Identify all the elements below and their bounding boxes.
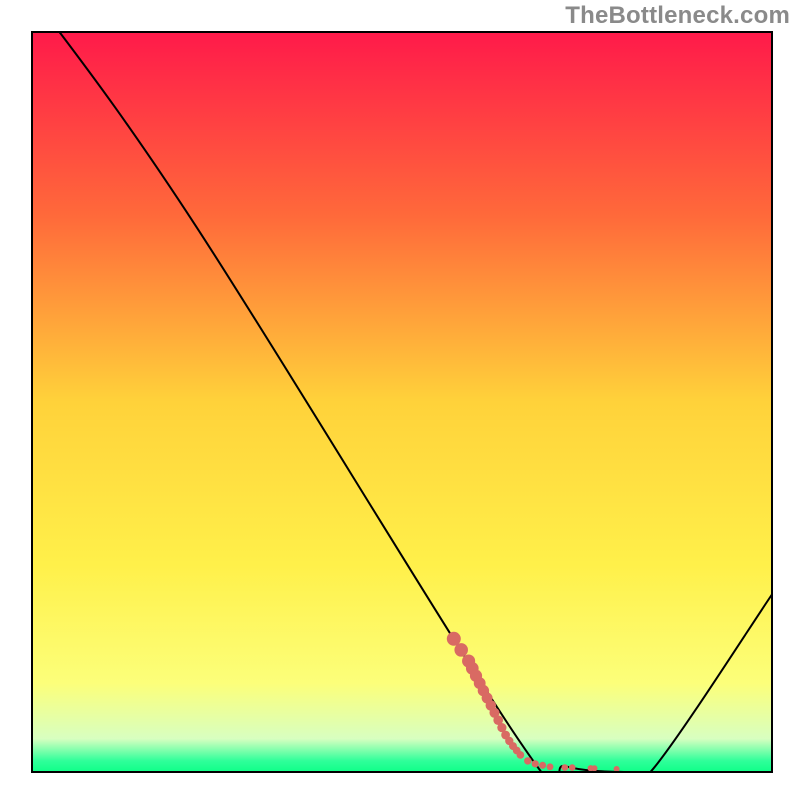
watermark-text: TheBottleneck.com (565, 2, 790, 30)
highlight-dot (539, 762, 546, 769)
highlight-dot (524, 757, 531, 764)
bottleneck-chart (0, 0, 800, 800)
highlight-dot (517, 751, 525, 759)
chart-container: TheBottleneck.com (0, 0, 800, 800)
highlight-dot (454, 643, 468, 657)
highlight-dot (591, 765, 597, 771)
highlight-dot (561, 764, 568, 771)
highlight-dot (547, 763, 554, 770)
plot-background (32, 32, 772, 772)
highlight-dot (532, 760, 539, 767)
highlight-dot (569, 764, 576, 771)
